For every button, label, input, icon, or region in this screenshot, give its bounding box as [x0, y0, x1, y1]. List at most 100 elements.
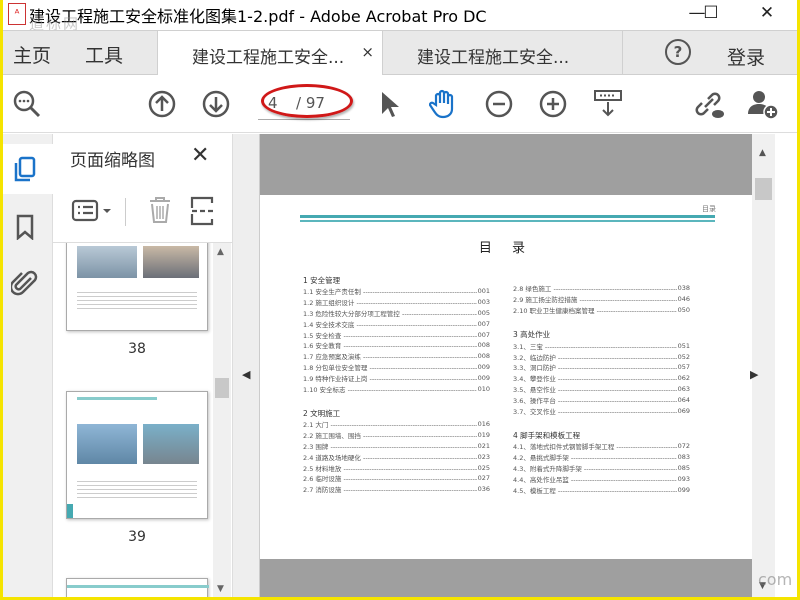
toc-entry[interactable]: 4.4、高处作业吊篮093	[513, 473, 690, 484]
toc-entry-page: 062	[677, 374, 690, 383]
maximize-button[interactable]: ☐	[691, 2, 731, 26]
toc-entry[interactable]: 4.3、附着式升降脚手架085	[513, 463, 690, 474]
toc-entry-title: 1.8 分包单位安全管理	[303, 362, 477, 372]
toc-section-heading: 4 脚手架和模板工程	[513, 430, 581, 440]
red-highlight-ellipse	[261, 84, 353, 118]
toc-entry-page: 064	[677, 395, 690, 404]
scroll-thumb[interactable]	[755, 178, 772, 200]
toc-entry-title: 4.3、附着式升降脚手架	[513, 463, 677, 473]
help-icon[interactable]: ?	[665, 39, 691, 65]
toc-entry[interactable]: 1.1 安全生产责任制001	[303, 286, 490, 297]
previous-page-icon[interactable]	[146, 88, 178, 120]
toc-entry-title: 1.6 安全教育	[303, 340, 477, 350]
toc-entry[interactable]: 2.10 职业卫生健康档案管理050	[513, 305, 690, 316]
toc-entry[interactable]: 2.7 消防设施036	[303, 484, 490, 495]
pages-icon	[14, 156, 36, 182]
toc-entry-title: 2.2 施工围墙、围挡	[303, 430, 477, 440]
toc-entry-title: 3.6、操作平台	[513, 395, 677, 405]
toc-entry-page: 008	[477, 341, 490, 350]
toc-entry[interactable]: 1.8 分包单位安全管理009	[303, 362, 490, 373]
tab-document-inactive[interactable]: 建设工程施工安全...	[383, 31, 623, 75]
document-scrollbar[interactable]: ▲ ▶ ▼	[750, 134, 775, 597]
toc-entry[interactable]: 4.5、模板工程099	[513, 484, 690, 495]
toc-entry[interactable]: 2.8 绿色施工038	[513, 283, 690, 294]
toc-entry-title: 4.1、落地式扣件式钢管脚手架工程	[513, 441, 677, 451]
thumbnail-options-button[interactable]	[71, 198, 121, 224]
toc-entry-page: 003	[477, 298, 490, 307]
toc-entry-title: 3.7、交叉作业	[513, 406, 677, 416]
collapse-arrow-icon[interactable]: ◀	[242, 368, 250, 381]
attachment-icon[interactable]	[11, 268, 39, 298]
toc-entry-title: 2.1 大门	[303, 419, 477, 429]
toc-entry[interactable]: 4.2、悬挑式脚手架083	[513, 452, 690, 463]
scroll-mode-icon[interactable]	[592, 88, 624, 120]
thumbnail-scrollbar[interactable]: ▲ ▼	[213, 243, 231, 597]
next-page-icon[interactable]	[200, 88, 232, 120]
close-panel-icon[interactable]: ✕	[191, 143, 209, 168]
zoom-in-icon[interactable]	[537, 88, 569, 120]
tab-home[interactable]: 主页	[13, 41, 51, 68]
scroll-thumb[interactable]	[215, 378, 229, 398]
toc-entry[interactable]: 3.7、交叉作业069	[513, 405, 690, 416]
toc-entry[interactable]: 1.6 安全教育008	[303, 340, 490, 351]
collapse-panel-strip[interactable]: ◀	[233, 134, 260, 597]
toc-entry[interactable]: 3.3、洞口防护057	[513, 362, 690, 373]
toc-entry-page: 023	[477, 452, 490, 461]
toc-entry[interactable]: 2.4 道路及场地硬化023	[303, 451, 490, 462]
toc-entry[interactable]: 2.6 临时设施027	[303, 473, 490, 484]
pdf-page: 目录 目 录 1 安全管理1.1 安全生产责任制0011.2 施工组织设计003…	[260, 195, 752, 559]
toc-entry[interactable]: 3.4、攀登作业062	[513, 373, 690, 384]
toc-entry[interactable]: 1.4 安全技术交底007	[303, 318, 490, 329]
toc-entry[interactable]: 1.10 安全标志010	[303, 383, 490, 394]
toc-entry[interactable]: 3.6、操作平台064	[513, 394, 690, 405]
expand-right-arrow-icon[interactable]: ▶	[750, 368, 758, 381]
insert-page-icon[interactable]	[189, 196, 215, 226]
share-link-icon[interactable]	[693, 88, 725, 120]
toc-entry-page: 027	[477, 474, 490, 483]
select-cursor-icon[interactable]	[373, 88, 405, 120]
tab-tools[interactable]: 工具	[85, 41, 123, 68]
toc-entry-page: 009	[477, 362, 490, 371]
page-thumbnail[interactable]	[66, 578, 209, 597]
toc-section: 2 文明施工2.1 大门0162.2 施工围墙、围挡0192.3 围牌0212.…	[303, 408, 490, 495]
search-icon[interactable]	[11, 88, 43, 120]
toc-entry-page: 021	[477, 441, 490, 450]
toc-entry[interactable]: 4.1、落地式扣件式钢管脚手架工程072	[513, 441, 690, 452]
toc-title: 目 录	[478, 241, 534, 256]
toc-entry-page: 001	[477, 287, 490, 296]
hand-tool-icon[interactable]	[427, 88, 459, 120]
toc-entry[interactable]: 2.5 材料堆放025	[303, 462, 490, 473]
toc-entry-page: 083	[677, 453, 690, 462]
toc-entry-title: 2.3 围牌	[303, 441, 477, 451]
login-button[interactable]: 登录	[727, 43, 765, 70]
toc-entry[interactable]: 2.1 大门016	[303, 419, 490, 430]
tab-bar: 主页 工具 建设工程施工安全... × 建设工程施工安全... ? 登录	[3, 30, 797, 76]
toc-entry[interactable]: 1.5 安全检查007	[303, 329, 490, 340]
title-bar: ᴬ 建设工程施工安全标准化图集1-2.pdf - Adobe Acrobat P…	[3, 0, 797, 33]
toc-entry[interactable]: 3.1、三宝051	[513, 340, 690, 351]
toc-entry[interactable]: 1.9 特种作业持证上岗009	[303, 372, 490, 383]
close-window-button[interactable]: ✕	[747, 2, 787, 26]
watermark-text: com	[758, 570, 793, 589]
tab-document-active[interactable]: 建设工程施工安全... ×	[157, 31, 383, 76]
toc-entry-page: 036	[477, 485, 490, 494]
toc-entry[interactable]: 3.2、临边防护052	[513, 351, 690, 362]
delete-icon[interactable]	[147, 196, 173, 224]
toc-entry[interactable]: 3.5、悬空作业063	[513, 384, 690, 395]
page-thumbnail[interactable]	[66, 391, 208, 519]
toc-entry[interactable]: 1.3 危险性较大分部分项工程管控005	[303, 308, 490, 319]
toc-entry[interactable]: 1.7 应急预案及演练008	[303, 351, 490, 362]
toc-entry[interactable]: 1.2 施工组织设计003	[303, 297, 490, 308]
toc-entry[interactable]: 2.3 围牌021	[303, 441, 490, 452]
toc-entry[interactable]: 2.9 施工扬尘防控措施046	[513, 294, 690, 305]
page-thumbnails-tab[interactable]	[3, 144, 53, 194]
zoom-out-icon[interactable]	[483, 88, 515, 120]
toc-entry-page: 010	[477, 384, 490, 393]
bookmark-icon[interactable]	[16, 214, 34, 240]
acrobat-app-icon: ᴬ	[8, 3, 26, 25]
toc-entry-title: 1.4 安全技术交底	[303, 319, 477, 329]
close-tab-icon[interactable]: ×	[361, 43, 374, 61]
toc-entry[interactable]: 2.2 施工围墙、围挡019	[303, 430, 490, 441]
add-user-icon[interactable]	[747, 88, 779, 120]
page-thumbnail[interactable]	[66, 243, 208, 331]
